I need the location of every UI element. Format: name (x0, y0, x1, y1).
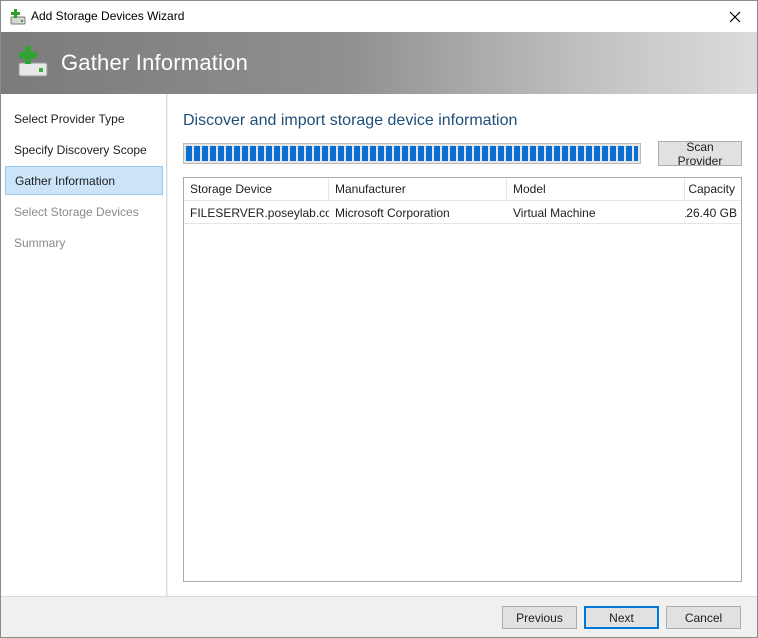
step-specify-discovery-scope[interactable]: Specify Discovery Scope (5, 135, 163, 164)
step-select-provider-type[interactable]: Select Provider Type (5, 104, 163, 133)
close-button[interactable] (713, 1, 757, 32)
scan-provider-button[interactable]: Scan Provider (658, 140, 742, 168)
next-button[interactable]: Next (584, 606, 659, 629)
wizard-header: Gather Information (1, 32, 757, 94)
previous-button[interactable]: Previous (502, 606, 577, 629)
storage-add-icon (18, 46, 48, 77)
wizard-footer: Previous Next Cancel (1, 596, 757, 637)
table-row[interactable]: FILESERVER.poseylab.com Microsoft Corpor… (184, 202, 741, 224)
table-header: Storage Device Manufacturer Model Capaci… (184, 178, 741, 201)
column-header-storage-device[interactable]: Storage Device (184, 178, 329, 200)
wizard-steps-sidebar: Select Provider Type Specify Discovery S… (1, 94, 167, 596)
storage-add-icon (10, 9, 26, 25)
wizard-window: Add Storage Devices Wizard Gather Inform… (0, 0, 758, 638)
discovery-progress-bar (183, 143, 641, 164)
column-header-capacity[interactable]: Capacity (685, 178, 741, 200)
page-title: Gather Information (61, 50, 249, 75)
cancel-button[interactable]: Cancel (666, 606, 741, 629)
step-gather-information[interactable]: Gather Information (5, 166, 163, 195)
close-icon (729, 11, 741, 22)
storage-devices-table[interactable]: Storage Device Manufacturer Model Capaci… (183, 177, 742, 582)
column-header-model[interactable]: Model (507, 178, 685, 200)
cell-model: Virtual Machine (513, 205, 596, 220)
column-header-manufacturer[interactable]: Manufacturer (329, 178, 507, 200)
window-title: Add Storage Devices Wizard (31, 9, 185, 23)
cell-storage-device: FILESERVER.poseylab.com (190, 205, 329, 220)
title-bar: Add Storage Devices Wizard (1, 1, 757, 32)
step-summary: Summary (14, 235, 66, 250)
main-panel: Discover and import storage device infor… (168, 94, 757, 596)
section-heading: Discover and import storage device infor… (183, 112, 518, 129)
cell-capacity: 126.40 GB (685, 205, 737, 220)
step-select-storage-devices: Select Storage Devices (14, 204, 139, 219)
progress-fill (186, 146, 638, 161)
cell-manufacturer: Microsoft Corporation (335, 205, 450, 220)
